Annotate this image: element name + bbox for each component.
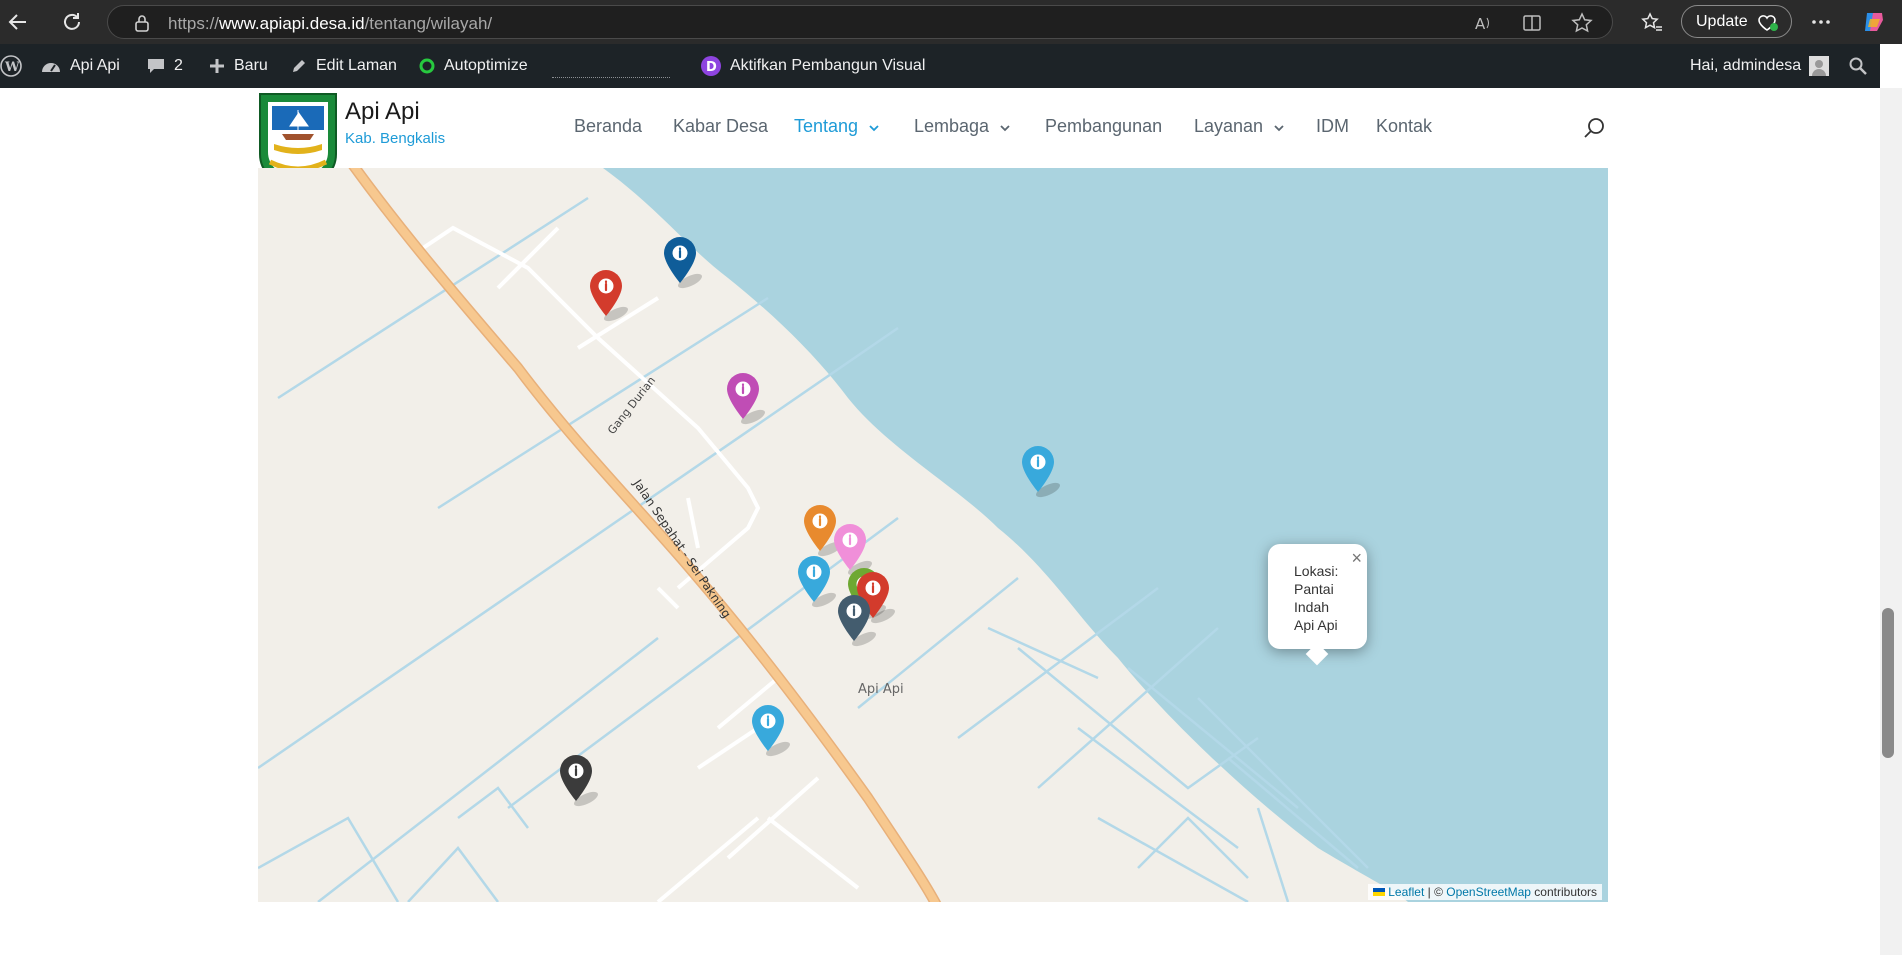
admin-comments-link[interactable]: 2 [146,44,183,88]
nav-layanan[interactable]: Layanan [1194,116,1284,137]
site-title[interactable]: Api Api [345,98,420,126]
map-marker[interactable] [558,753,610,812]
admin-new-link[interactable]: Baru [208,44,268,88]
nav-pembangunan[interactable]: Pembangunan [1045,116,1162,137]
plus-icon [210,59,224,73]
site-header: Api Api Kab. Bengkalis Beranda Kabar Des… [258,88,1608,192]
lock-icon[interactable] [130,11,154,35]
scrollbar-thumb[interactable] [1882,608,1894,758]
edit-page-label: Edit Laman [316,57,397,74]
copilot-icon[interactable] [1858,6,1890,38]
nav-tentang[interactable]: Tentang [794,116,879,137]
health-icon [1756,11,1780,38]
nav-label: IDM [1316,116,1349,136]
favorite-star-icon[interactable] [1570,11,1594,35]
update-label: Update [1696,13,1748,30]
village-label: Api Api [858,682,904,697]
popup-text: Lokasi: Pantai Indah Api Api [1294,563,1339,633]
url-scheme: https:// [168,14,220,33]
dashboard-icon [42,63,60,72]
page-scrollbar[interactable] [1880,88,1902,955]
update-button[interactable]: Update [1681,5,1792,38]
comment-icon [148,59,164,73]
site-tagline: Kab. Bengkalis [345,130,446,147]
search-icon[interactable] [1583,116,1607,145]
favorites-icon[interactable] [1636,6,1668,38]
svg-text:W: W [4,60,20,75]
svg-text:D: D [706,60,717,75]
greeting-label: Hai, admindesa [1690,57,1802,74]
nav-beranda[interactable]: Beranda [574,116,642,137]
map-marker[interactable] [725,371,777,430]
divi-icon: D [701,56,721,76]
admin-autoptimize-link[interactable]: Autoptimize [418,44,528,88]
wp-admin-bar: W Api Api 2 Baru Edit Laman Autoptimize … [0,44,1880,88]
read-aloud-icon[interactable]: A [1472,11,1496,35]
nav-kontak[interactable]: Kontak [1376,116,1432,137]
nav-label: Kabar Desa [673,116,769,136]
nav-kabar-desa[interactable]: Kabar Desa [673,116,768,137]
nav-label: Pembangunan [1045,116,1163,136]
nav-label: Tentang [794,116,859,136]
map-marker[interactable] [1020,444,1072,503]
address-bar[interactable]: https://www.apiapi.desa.id/tentang/wilay… [107,5,1613,39]
admin-separator [552,44,670,88]
admin-search-icon[interactable] [1848,44,1876,88]
nav-idm[interactable]: IDM [1316,116,1349,137]
pencil-icon [293,60,305,72]
comment-count: 2 [174,57,183,74]
map-marker[interactable] [750,703,802,762]
nav-label: Kontak [1376,116,1433,136]
map-attribution: Leaflet | © OpenStreetMap contributors [1368,884,1602,900]
admin-account-link[interactable]: Hai, admindesa [1690,44,1837,88]
osm-link[interactable]: OpenStreetMap [1446,885,1531,899]
admin-edit-link[interactable]: Edit Laman [290,44,397,88]
nav-label: Lembaga [914,116,990,136]
map-marker[interactable] [588,268,640,327]
new-label: Baru [234,57,268,74]
url-domain: www.apiapi.desa.id [219,14,365,33]
admin-site-name: Api Api [70,57,120,74]
nav-label: Layanan [1194,116,1264,136]
map-marker[interactable] [836,593,888,652]
back-icon[interactable] [2,6,34,38]
admin-site-link[interactable]: Api Api [40,44,120,88]
map-popup: × Lokasi: Pantai Indah Api Api [1268,544,1367,649]
url-path: /tentang/wilayah/ [364,14,493,33]
chevron-down-icon [1000,125,1010,132]
attribution-separator: | © [1424,885,1447,899]
status-dot-icon [419,58,435,74]
reader-view-icon[interactable] [1521,11,1545,35]
chevron-down-icon [1274,125,1284,132]
leaflet-map[interactable]: Jalan Sepahat - Sei Pakning Gang Durian … [258,168,1608,902]
leaflet-link[interactable]: Leaflet [1388,885,1424,899]
map-marker[interactable] [662,235,714,294]
avatar [1809,56,1830,76]
ukraine-flag-icon [1373,888,1386,896]
visual-builder-label: Aktifkan Pembangun Visual [730,57,926,74]
more-options-icon[interactable] [1805,6,1837,38]
browser-toolbar: https://www.apiapi.desa.id/tentang/wilay… [0,0,1902,44]
attribution-suffix: contributors [1530,885,1597,899]
url-text[interactable]: https://www.apiapi.desa.id/tentang/wilay… [168,14,492,34]
visual-builder-link[interactable]: D Aktifkan Pembangun Visual [700,44,925,88]
nav-label: Beranda [574,116,643,136]
chevron-down-icon [869,125,879,132]
nav-lembaga[interactable]: Lembaga [914,116,1010,137]
svg-text:A: A [1475,15,1486,33]
reload-icon[interactable] [56,6,88,38]
autoptimize-label: Autoptimize [444,57,528,74]
map-tiles: Jalan Sepahat - Sei Pakning Gang Durian … [258,168,1608,902]
wordpress-logo-icon[interactable]: W [0,44,30,88]
